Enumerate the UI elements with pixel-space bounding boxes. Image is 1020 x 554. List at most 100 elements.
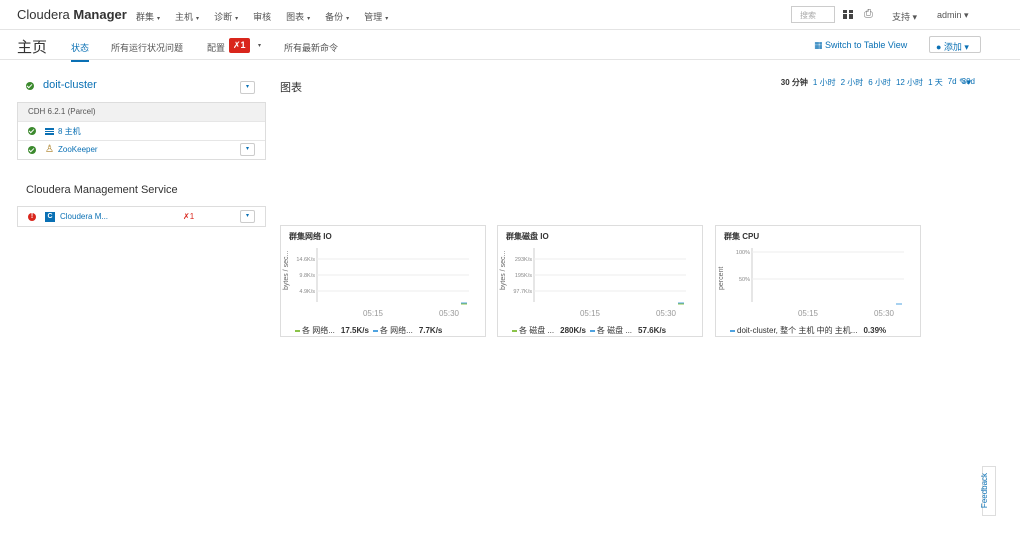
zookeeper-actions-dropdown[interactable]: ▾ bbox=[240, 143, 255, 156]
healthy-status-icon bbox=[28, 127, 36, 135]
y-tick-label: 97.7K/s bbox=[513, 289, 532, 295]
feedback-tab[interactable]: Feedback bbox=[980, 466, 996, 516]
chart-title: 群集磁盘 IO bbox=[506, 232, 549, 241]
page-header: 主页 状态 所有运行状况问题 配置 ✗1 ▾ 所有最新命令 ▦ Switch t… bbox=[0, 30, 1020, 62]
gift-icon[interactable] bbox=[843, 9, 853, 19]
cluster-header: doit-cluster ▾ bbox=[26, 79, 266, 95]
page-title: 主页 bbox=[17, 39, 48, 56]
y-tick-label: 4.9K/s bbox=[299, 289, 315, 295]
cms-section-title: Cloudera Management Service bbox=[26, 184, 178, 196]
tab-status[interactable]: 状态 bbox=[71, 41, 90, 62]
cms-actions-dropdown[interactable]: ▾ bbox=[240, 210, 255, 223]
chevron-down-icon: ▾ bbox=[346, 16, 350, 22]
zookeeper-link[interactable]: ZooKeeper bbox=[58, 145, 98, 154]
legend-series-value: 280K/s bbox=[560, 326, 586, 335]
list-item-zookeeper: ♙ ZooKeeper ▾ bbox=[18, 141, 265, 160]
chart-title: 群集网络 IO bbox=[289, 232, 332, 241]
chart-title: 群集 CPU bbox=[724, 232, 760, 241]
cms-service-row: ! C Cloudera M... ✗1 ▾ bbox=[17, 206, 266, 227]
legend-swatch bbox=[295, 329, 300, 332]
chevron-down-icon: ▾ bbox=[235, 16, 239, 22]
x-tick-label: 05:30 bbox=[656, 309, 677, 318]
search-input[interactable]: 搜索 bbox=[791, 6, 835, 23]
time-range-option[interactable]: 12 小时 bbox=[896, 77, 923, 88]
legend-swatch bbox=[589, 329, 595, 332]
cluster-name-link[interactable]: doit-cluster bbox=[43, 79, 97, 91]
brand-text-bold: Manager bbox=[73, 7, 127, 22]
hosts-link[interactable]: 8 主机 bbox=[58, 126, 81, 137]
menu-hosts[interactable]: 主机 ▾ bbox=[175, 10, 199, 23]
time-range-option[interactable]: 7d bbox=[948, 77, 957, 88]
hosts-icon bbox=[45, 128, 54, 135]
time-range-option[interactable]: 1 小时 bbox=[813, 77, 836, 88]
legend-series-value: 7.7K/s bbox=[418, 326, 443, 335]
legend-series-name[interactable]: 各 网络... bbox=[302, 326, 335, 335]
menu-clusters[interactable]: 群集 ▾ bbox=[136, 10, 160, 23]
legend-swatch bbox=[730, 329, 735, 332]
menu-user-admin[interactable]: admin ▾ bbox=[937, 10, 969, 21]
cluster-actions-dropdown[interactable]: ▾ bbox=[240, 81, 255, 94]
brand-text: Cloudera bbox=[17, 7, 74, 22]
add-button[interactable]: ● 添加 ▾ bbox=[929, 36, 981, 53]
app-brand[interactable]: Cloudera Manager bbox=[17, 7, 127, 22]
x-tick-label: 05:15 bbox=[580, 309, 601, 318]
chevron-down-icon[interactable]: ▾ bbox=[258, 42, 261, 49]
legend-swatch bbox=[512, 329, 517, 332]
legend-series-name[interactable]: 各 磁盘 ... bbox=[597, 326, 632, 335]
chart-legend: doit-cluster, 整个 主机 中的 主机... 0.39% bbox=[730, 325, 890, 336]
menu-backup[interactable]: 备份 ▾ bbox=[325, 10, 349, 23]
y-tick-label: 9.8K/s bbox=[299, 273, 315, 279]
menu-charts[interactable]: 图表 ▾ bbox=[286, 10, 310, 23]
chart-card[interactable]: 群集磁盘 IO bytes / sec... 293K/s 195K/s 97.7K/s… bbox=[497, 225, 703, 337]
cms-link[interactable]: Cloudera M... bbox=[60, 212, 108, 221]
tab-configuration[interactable]: 配置 bbox=[207, 41, 225, 54]
config-issues-badge[interactable]: ✗1 bbox=[229, 38, 250, 53]
time-range-option[interactable]: 30 分钟 bbox=[781, 77, 808, 88]
y-tick-label: 100% bbox=[736, 250, 750, 256]
switch-to-table-view-link[interactable]: ▦ Switch to Table View bbox=[814, 40, 907, 51]
time-range-option[interactable]: 6 小时 bbox=[868, 77, 891, 88]
y-tick-label: 195K/s bbox=[515, 273, 532, 279]
tab-recent-commands[interactable]: 所有最新命令 bbox=[284, 41, 338, 54]
list-item-hosts: 8 主机 bbox=[18, 122, 265, 141]
chevron-down-icon: ▾ bbox=[307, 16, 311, 22]
y-axis-label: bytes / sec... bbox=[500, 251, 507, 290]
zookeeper-icon: ♙ bbox=[45, 144, 54, 155]
menu-administration[interactable]: 管理 ▾ bbox=[364, 10, 388, 23]
chart-plot: bytes / sec... 14.6K/s 9.8K/s 4.9K/s 05:15 05… bbox=[283, 248, 469, 318]
healthy-status-icon bbox=[28, 146, 36, 154]
y-axis-label: percent bbox=[718, 267, 725, 290]
time-range-option[interactable]: 2 小时 bbox=[841, 77, 864, 88]
chart-card[interactable]: 群集网络 IO bytes / sec... 14.6K/s 9.8K/s 4.9K/s… bbox=[280, 225, 486, 337]
y-tick-label: 14.6K/s bbox=[296, 257, 315, 263]
legend-series-name[interactable]: 各 磁盘 ... bbox=[519, 326, 554, 335]
menu-support[interactable]: 支持 ▾ bbox=[892, 10, 917, 23]
feedback-label: Feedback bbox=[980, 472, 990, 509]
time-range-option[interactable]: 1 天 bbox=[928, 77, 943, 88]
x-tick-label: 05:30 bbox=[874, 309, 895, 318]
menu-diagnostics[interactable]: 诊断 ▾ bbox=[214, 10, 238, 23]
chevron-down-icon: ▾ bbox=[385, 16, 389, 22]
cluster-services-list: CDH 6.2.1 (Parcel) 8 主机 ♙ ZooKeeper ▾ bbox=[17, 102, 266, 160]
main-menu: 群集 ▾ 主机 ▾ 诊断 ▾ 审核 图表 ▾ 备份 ▾ 管理 ▾ bbox=[136, 10, 403, 23]
cloudera-manager-icon: C bbox=[45, 212, 55, 222]
time-range-selector: 30 分钟 1 小时 2 小时 6 小时 12 小时 1 天 7d 30d bbox=[781, 77, 975, 88]
tab-health-issues[interactable]: 所有运行状况问题 bbox=[111, 41, 183, 54]
x-tick-label: 05:15 bbox=[798, 309, 819, 318]
legend-series-name[interactable]: doit-cluster, 整个 主机 中的 主机... bbox=[737, 326, 857, 335]
chevron-down-icon: ▾ bbox=[157, 16, 161, 22]
chart-card[interactable]: 群集 CPU percent 100% 50% 05:15 05:30 doit-clust… bbox=[715, 225, 921, 337]
chart-legend: 各 网络... 17.5K/s 各 网络... 7.7K/s bbox=[295, 325, 446, 336]
cluster-version: CDH 6.2.1 (Parcel) bbox=[18, 103, 265, 122]
legend-series-value: 0.39% bbox=[863, 326, 887, 335]
running-commands-icon[interactable]: ⎙ bbox=[864, 8, 873, 21]
menu-audits[interactable]: 审核 bbox=[253, 10, 271, 23]
legend-series-value: 57.6K/s bbox=[638, 326, 667, 335]
chart-plot: percent 100% 50% 05:15 05:30 bbox=[718, 248, 904, 318]
charts-section-title: 图表 bbox=[280, 82, 302, 94]
legend-swatch bbox=[372, 329, 378, 332]
legend-series-name[interactable]: 各 网络... bbox=[380, 326, 413, 335]
edit-charts-icon[interactable]: ✎▾ bbox=[959, 77, 971, 88]
top-navbar: Cloudera Manager 群集 ▾ 主机 ▾ 诊断 ▾ 审核 图表 ▾ 备份 ▾ … bbox=[0, 0, 1020, 30]
config-alerts-link[interactable]: ✗1 bbox=[183, 212, 194, 221]
